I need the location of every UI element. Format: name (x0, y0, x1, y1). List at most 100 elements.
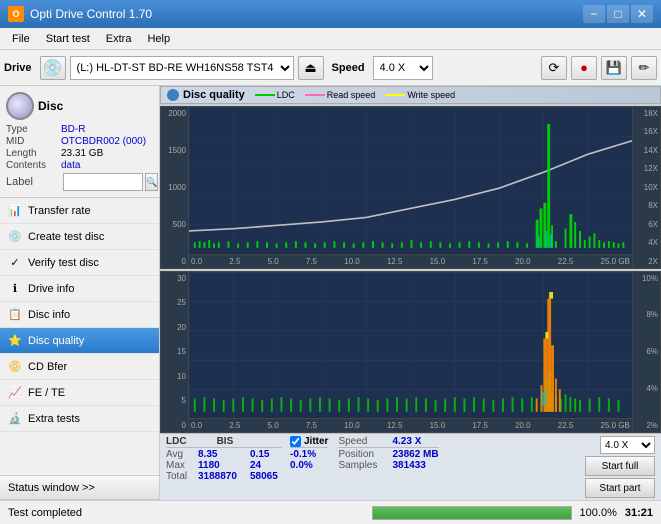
speed-stat-value: 4.23 X (392, 436, 421, 447)
legend-read-speed: Read speed (305, 90, 376, 100)
menu-start-test[interactable]: Start test (38, 31, 98, 47)
lower-x-labels: 0.0 2.5 5.0 7.5 10.0 12.5 15.0 17.5 20.0… (189, 418, 632, 432)
max-jitter-value: 0.0% (290, 460, 328, 471)
mid-value: OTCBDR002 (000) (61, 136, 146, 147)
menu-extra[interactable]: Extra (98, 31, 140, 47)
upper-chart: 2000 1500 1000 500 0 18X 16X 14X 12X 10X… (160, 106, 661, 269)
lower-chart-content (189, 272, 632, 419)
close-button[interactable]: ✕ (631, 5, 653, 23)
lower-y-left-labels: 30 25 20 15 10 5 0 (161, 272, 189, 433)
menu-bar: File Start test Extra Help (0, 28, 661, 50)
start-full-button[interactable]: Start full (585, 456, 655, 476)
speed-label: Speed (332, 62, 365, 74)
record-button[interactable]: ● (571, 56, 597, 80)
action-panel: 4.0 X 1.0 X 2.0 X 6.0 X 8.0 X Start full… (585, 436, 655, 498)
drive-info-label: Drive info (28, 283, 74, 295)
legend-ldc: LDC (255, 90, 295, 100)
disc-length-row: Length 23.31 GB (6, 148, 153, 159)
lower-chart: 30 25 20 15 10 5 0 10% 8% 6% 4% 2% ■ BIS… (160, 271, 661, 434)
avg-row: Avg 8.35 0.15 (166, 449, 282, 460)
main-content: Disc Type BD-R MID OTCBDR002 (000) Lengt… (0, 86, 661, 500)
sidebar-item-fe-te[interactable]: 📈 FE / TE (0, 380, 159, 406)
label-input[interactable] (63, 173, 143, 191)
write-speed-legend-dot (385, 94, 405, 96)
sidebar-item-cd-bfer[interactable]: 📀 CD Bfer (0, 354, 159, 380)
position-value: 23862 MB (392, 449, 438, 460)
menu-file[interactable]: File (4, 31, 38, 47)
avg-bis-value: 0.15 (250, 449, 282, 460)
create-test-disc-icon: 💿 (8, 230, 22, 244)
type-value: BD-R (61, 124, 85, 135)
save-button[interactable]: 💾 (601, 56, 627, 80)
label-apply-button[interactable]: 🔍 (145, 173, 158, 191)
speed-header: Speed 4.23 X (338, 436, 438, 448)
start-part-button[interactable]: Start part (585, 478, 655, 498)
title-bar: O Opti Drive Control 1.70 − □ ✕ (0, 0, 661, 28)
sidebar-item-disc-quality[interactable]: ⭐ Disc quality (0, 328, 159, 354)
status-text: Test completed (8, 507, 364, 519)
jitter-checkbox[interactable] (290, 436, 301, 447)
maximize-button[interactable]: □ (607, 5, 629, 23)
length-value: 23.31 GB (61, 148, 103, 159)
cd-bfer-icon: 📀 (8, 360, 22, 374)
write-speed-legend-label: Write speed (407, 90, 455, 100)
extra-tests-icon: 🔬 (8, 412, 22, 426)
chart-legend: LDC Read speed Write speed (255, 90, 455, 100)
total-bis-value: 58065 (250, 471, 282, 482)
read-speed-legend-dot (305, 94, 325, 96)
status-window-button[interactable]: Status window >> (0, 476, 159, 500)
verify-test-disc-icon: ✓ (8, 256, 22, 270)
disc-panel-header: Disc (6, 92, 153, 120)
max-bis-value: 24 (250, 460, 282, 471)
progress-bar (373, 507, 571, 519)
right-panel: Disc quality LDC Read speed Write speed (160, 86, 661, 500)
ldc-legend-label: LDC (277, 90, 295, 100)
sidebar-item-create-test-disc[interactable]: 💿 Create test disc (0, 224, 159, 250)
stats-speed-select[interactable]: 4.0 X 1.0 X 2.0 X 6.0 X 8.0 X (600, 436, 655, 454)
refresh-button[interactable]: ⟳ (541, 56, 567, 80)
max-ldc-value: 1180 (198, 460, 246, 471)
disc-quality-icon: ⭐ (8, 334, 22, 348)
speed-position-stats: Speed 4.23 X Position 23862 MB Samples 3… (338, 436, 438, 471)
sidebar-item-transfer-rate[interactable]: 📊 Transfer rate (0, 198, 159, 224)
total-row: Total 3188870 58065 (166, 471, 282, 482)
upper-chart-content (189, 107, 632, 254)
speed-label-stat: Speed (338, 436, 388, 447)
sidebar-item-disc-info[interactable]: 📋 Disc info (0, 302, 159, 328)
total-ldc-value: 3188870 (198, 471, 246, 482)
stats-panel: LDC BIS Avg 8.35 0.15 Max 1180 24 Total … (160, 433, 661, 500)
eject-button[interactable]: ⏏ (298, 56, 324, 80)
contents-label: Contents (6, 160, 61, 171)
toolbar: Drive 💿 (L:) HL-DT-ST BD-RE WH16NS58 TST… (0, 50, 661, 86)
drive-info-icon: ℹ (8, 282, 22, 296)
edit-button[interactable]: ✏ (631, 56, 657, 80)
sidebar-item-verify-test-disc[interactable]: ✓ Verify test disc (0, 250, 159, 276)
ldc-header: LDC (166, 436, 187, 447)
drive-select-wrapper: (L:) HL-DT-ST BD-RE WH16NS58 TST4 (70, 56, 294, 80)
progress-pct-label: 100.0% (580, 507, 617, 519)
jitter-header-label: Jitter (304, 436, 328, 447)
menu-help[interactable]: Help (139, 31, 178, 47)
chart-header-title: Disc quality (183, 89, 245, 101)
speed-select[interactable]: 4.0 X 1.0 X 2.0 X 6.0 X 8.0 X (373, 56, 433, 80)
minimize-button[interactable]: − (583, 5, 605, 23)
disc-info-icon: 📋 (8, 308, 22, 322)
ldc-legend-dot (255, 94, 275, 96)
drive-label: Drive (4, 62, 32, 74)
sidebar-item-drive-info[interactable]: ℹ Drive info (0, 276, 159, 302)
disc-type-row: Type BD-R (6, 124, 153, 135)
disc-contents-row: Contents data (6, 160, 153, 171)
create-test-disc-label: Create test disc (28, 231, 104, 243)
samples-value: 381433 (392, 460, 425, 471)
drive-icon: 💿 (40, 56, 66, 80)
drive-select[interactable]: (L:) HL-DT-ST BD-RE WH16NS58 TST4 (70, 56, 294, 80)
status-time: 31:21 (625, 507, 653, 519)
status-bar: Test completed 100.0% 31:21 (0, 500, 661, 524)
fe-te-label: FE / TE (28, 387, 65, 399)
max-label: Max (166, 460, 194, 471)
sidebar-item-extra-tests[interactable]: 🔬 Extra tests (0, 406, 159, 432)
contents-value: data (61, 160, 80, 171)
jitter-header-row: Jitter (290, 436, 328, 448)
disc-panel-title: Disc (38, 99, 63, 113)
type-label: Type (6, 124, 61, 135)
